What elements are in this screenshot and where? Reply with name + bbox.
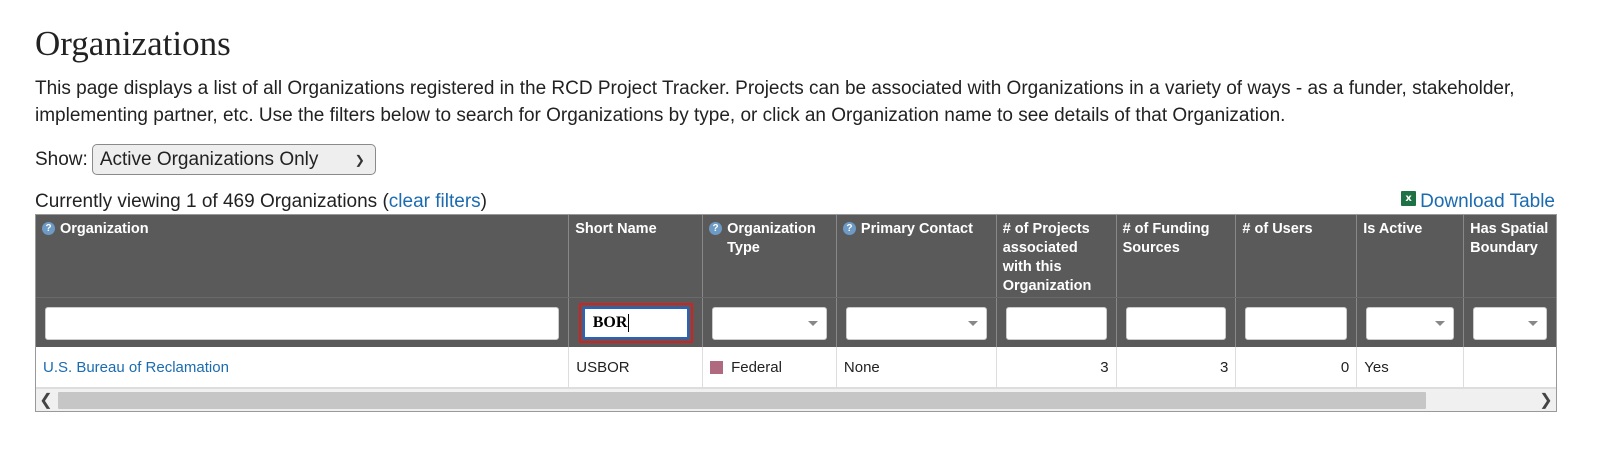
- cell-num-funding: 3: [1117, 347, 1237, 387]
- cell-organization: U.S. Bureau of Reclamation: [36, 347, 570, 387]
- filter-org-type-cell: [703, 298, 837, 348]
- filter-is-active-cell: [1357, 298, 1465, 348]
- cell-spatial-boundary: [1464, 347, 1556, 387]
- scrollbar-thumb[interactable]: [58, 392, 1426, 409]
- filter-num-projects-input[interactable]: [1005, 306, 1107, 340]
- filter-num-users-input[interactable]: [1245, 306, 1348, 340]
- filter-num-projects-cell: [997, 298, 1117, 348]
- column-label: Organization: [60, 221, 149, 237]
- column-label: Primary Contact: [860, 221, 973, 237]
- horizontal-scrollbar[interactable]: ❮ ❯: [36, 388, 1556, 411]
- column-header-organization[interactable]: ? Organization: [36, 215, 570, 297]
- column-label: Short Name: [575, 221, 657, 237]
- filter-num-funding-input[interactable]: [1125, 306, 1227, 340]
- column-header-spatial-boundary[interactable]: Has Spatial Boundary: [1464, 215, 1556, 297]
- show-label: Show:: [35, 148, 88, 170]
- show-select-value: Active Organizations Only: [99, 148, 319, 170]
- viewing-status: Currently viewing 1 of 469 Organizations…: [35, 189, 487, 215]
- column-label: # of Projects associated with this Organ…: [1002, 221, 1092, 294]
- text-caret: [628, 314, 630, 332]
- filter-short-name-input[interactable]: BOR: [582, 307, 689, 339]
- column-header-is-active[interactable]: Is Active: [1357, 215, 1465, 297]
- cell-num-users: 0: [1236, 347, 1358, 387]
- help-icon[interactable]: ?: [709, 222, 723, 235]
- table-row: U.S. Bureau of Reclamation USBOR Federal…: [36, 347, 1556, 388]
- organizations-grid: ? Organization Short Name ? Organization…: [35, 214, 1557, 412]
- filter-organization-input[interactable]: [45, 306, 560, 340]
- filter-primary-contact-select[interactable]: [845, 306, 987, 340]
- column-label: # of Users: [1242, 221, 1313, 237]
- filter-org-type-select[interactable]: [712, 306, 827, 340]
- show-filter-row: Show: Active Organizations Only ❯: [35, 143, 376, 176]
- dropdown-arrow-icon: [967, 320, 978, 326]
- column-header-organization-type[interactable]: ? Organization Type: [703, 215, 837, 297]
- column-label: # of Funding Sources: [1122, 221, 1210, 256]
- cell-short-name: USBOR: [569, 347, 704, 387]
- filter-spatial-cell: [1464, 298, 1556, 348]
- organization-link[interactable]: U.S. Bureau of Reclamation: [43, 359, 229, 376]
- filter-is-active-select[interactable]: [1366, 306, 1455, 340]
- cell-primary-contact: None: [837, 347, 997, 387]
- viewing-suffix: ): [480, 191, 487, 212]
- dropdown-arrow-icon: [1528, 320, 1539, 326]
- filter-short-name-value: BOR: [592, 314, 628, 331]
- column-header-short-name[interactable]: Short Name: [569, 215, 704, 297]
- column-header-primary-contact[interactable]: ? Primary Contact: [837, 215, 997, 297]
- column-header-num-funding[interactable]: # of Funding Sources: [1117, 215, 1237, 297]
- page-title: Organizations: [35, 24, 231, 63]
- clear-filters-link[interactable]: clear filters: [389, 191, 481, 212]
- filter-organization-cell: [36, 298, 570, 348]
- download-table-link[interactable]: Download Table: [1420, 189, 1555, 215]
- org-type-label: Federal: [731, 358, 782, 376]
- grid-header: ? Organization Short Name ? Organization…: [36, 215, 1556, 297]
- scroll-left-icon[interactable]: ❮: [36, 389, 56, 411]
- cell-org-type: Federal: [703, 347, 837, 387]
- org-type-color-swatch: [710, 360, 724, 374]
- column-label: Has Spatial Boundary: [1470, 221, 1549, 256]
- filter-num-funding-cell: [1117, 298, 1237, 348]
- page-description: This page displays a list of all Organiz…: [35, 78, 1515, 126]
- filter-short-name-cell: BOR: [569, 298, 704, 348]
- viewing-prefix: Currently viewing 1 of 469 Organizations…: [35, 191, 389, 212]
- cell-is-active: Yes: [1357, 347, 1465, 387]
- download-table[interactable]: x Download Table: [1401, 189, 1555, 215]
- column-header-num-users[interactable]: # of Users: [1236, 215, 1358, 297]
- show-select[interactable]: Active Organizations Only ❯: [91, 144, 376, 175]
- help-icon[interactable]: ?: [842, 222, 856, 235]
- dropdown-arrow-icon: [1435, 320, 1446, 326]
- scroll-right-icon[interactable]: ❯: [1536, 389, 1556, 411]
- dropdown-arrow-icon: [807, 320, 818, 326]
- filter-spatial-select[interactable]: [1473, 306, 1548, 340]
- chevron-down-icon: ❯: [354, 152, 365, 167]
- help-icon[interactable]: ?: [42, 222, 55, 235]
- filter-num-users-cell: [1236, 298, 1358, 348]
- grid-filter-row: BOR: [36, 297, 1556, 348]
- column-label: Is Active: [1363, 221, 1423, 237]
- highlight-box: BOR: [578, 303, 693, 343]
- filter-primary-contact-cell: [837, 298, 997, 348]
- column-label: Organization Type: [727, 221, 816, 256]
- cell-num-projects: 3: [997, 347, 1117, 387]
- excel-icon: x: [1401, 190, 1417, 206]
- column-header-num-projects[interactable]: # of Projects associated with this Organ…: [997, 215, 1117, 297]
